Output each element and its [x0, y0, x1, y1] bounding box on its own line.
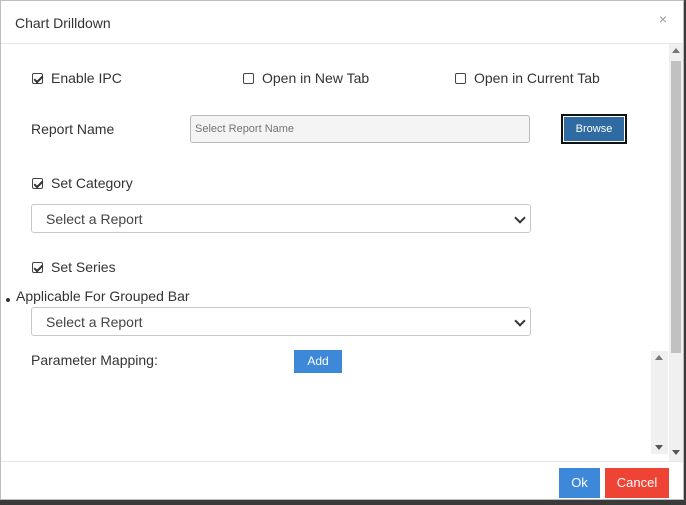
open-new-tab-label: Open in New Tab: [262, 70, 370, 86]
report-name-label: Report Name: [31, 121, 115, 137]
open-new-tab-checkbox[interactable]: [243, 72, 254, 84]
browse-button-label: Browse: [564, 117, 624, 141]
ok-button[interactable]: Ok: [559, 468, 600, 498]
bullet-icon: [6, 298, 10, 302]
series-report-select[interactable]: Select a Report: [31, 307, 531, 336]
dialog-body: Enable IPC Open in New Tab Open in Curre…: [1, 44, 669, 461]
set-category-label: Set Category: [51, 175, 133, 191]
cancel-button[interactable]: Cancel: [605, 468, 669, 498]
open-current-tab-checkbox[interactable]: [455, 72, 466, 84]
grouped-bar-note: Applicable For Grouped Bar: [16, 288, 190, 304]
enable-ipc-option[interactable]: Enable IPC: [32, 70, 122, 86]
scroll-down-icon[interactable]: [672, 450, 680, 455]
set-series-option[interactable]: Set Series: [32, 259, 116, 275]
open-new-tab-option[interactable]: Open in New Tab: [243, 70, 369, 86]
enable-ipc-label: Enable IPC: [51, 70, 122, 86]
series-select-value: Select a Report: [46, 314, 143, 330]
open-current-tab-option[interactable]: Open in Current Tab: [455, 70, 600, 86]
chevron-down-icon: [514, 212, 526, 224]
chevron-down-icon: [514, 315, 526, 327]
close-icon[interactable]: ×: [659, 11, 667, 27]
scrollbar-thumb[interactable]: [671, 61, 681, 353]
category-report-select[interactable]: Select a Report: [31, 204, 531, 233]
set-series-checkbox[interactable]: [32, 261, 43, 273]
report-name-input[interactable]: [190, 115, 530, 143]
parameter-mapping-scrollbar[interactable]: [651, 351, 668, 454]
set-category-option[interactable]: Set Category: [32, 175, 133, 191]
dialog-footer: Ok Cancel: [1, 461, 683, 502]
browse-button[interactable]: Browse: [561, 114, 627, 144]
chart-drilldown-dialog: Chart Drilldown × Enable IPC Open in New…: [0, 0, 684, 500]
dialog-title: Chart Drilldown: [15, 15, 111, 31]
scroll-up-icon[interactable]: [672, 48, 680, 53]
set-category-checkbox[interactable]: [32, 177, 43, 189]
dialog-scrollbar[interactable]: [669, 44, 683, 461]
open-current-tab-label: Open in Current Tab: [474, 70, 600, 86]
scroll-up-icon[interactable]: [655, 355, 663, 360]
enable-ipc-checkbox[interactable]: [32, 72, 43, 84]
add-parameter-button[interactable]: Add: [294, 350, 342, 373]
set-series-label: Set Series: [51, 259, 116, 275]
dialog-header: Chart Drilldown ×: [1, 1, 683, 44]
parameter-mapping-label: Parameter Mapping:: [31, 352, 158, 368]
scroll-down-icon[interactable]: [655, 445, 663, 450]
category-select-value: Select a Report: [46, 211, 143, 227]
